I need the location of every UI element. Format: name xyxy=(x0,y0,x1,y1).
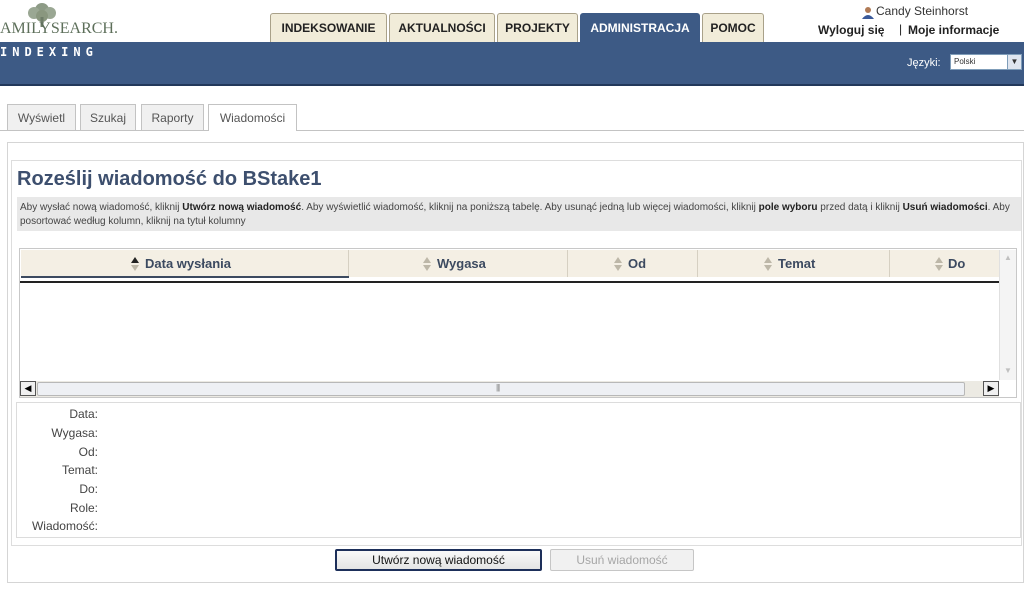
column-header-date-sent[interactable]: Data wysłania xyxy=(21,250,349,277)
logo-text: AMILYSEARCH. xyxy=(0,20,118,37)
tab-pomoc[interactable]: POMOC xyxy=(702,13,764,42)
scroll-right-icon[interactable]: ▶ xyxy=(983,381,999,396)
tab-projekty[interactable]: PROJEKTY xyxy=(497,13,578,42)
detail-label-roles: Role: xyxy=(69,501,98,515)
familysearch-logo: AMILYSEARCH. xyxy=(0,0,130,42)
column-label: Data wysłania xyxy=(145,256,231,271)
sort-icon xyxy=(423,257,431,271)
column-label: Temat xyxy=(778,256,816,271)
scroll-left-icon[interactable]: ◀ xyxy=(20,381,36,396)
detail-label-to: Do: xyxy=(79,482,98,496)
scroll-down-icon[interactable]: ▼ xyxy=(1000,364,1016,378)
column-label: Od xyxy=(628,256,647,271)
language-label: Języki: xyxy=(907,57,941,69)
detail-label-date: Data: xyxy=(69,407,98,421)
sort-icon xyxy=(614,257,622,271)
header-band xyxy=(0,42,1024,86)
sort-icon xyxy=(131,257,139,271)
create-message-button[interactable]: Utwórz nową wiadomość xyxy=(335,549,542,571)
subtab-wiadomosci[interactable]: Wiadomości xyxy=(208,104,297,131)
detail-label-message: Wiadomość: xyxy=(31,519,98,533)
language-select[interactable]: Polski ▼ xyxy=(950,54,1022,70)
column-label: Do xyxy=(948,256,966,271)
tab-administracja[interactable]: ADMINISTRACJA xyxy=(580,13,700,42)
column-label: Wygasa xyxy=(437,256,486,271)
instructions-bold: Utwórz nową wiadomość xyxy=(182,202,302,213)
instructions-part: . Aby wyświetlić wiadomość, kliknij na p… xyxy=(301,202,759,213)
column-header-from[interactable]: Od xyxy=(568,250,698,277)
chevron-down-icon[interactable]: ▼ xyxy=(1007,55,1021,69)
link-separator: | xyxy=(899,22,903,36)
page-title: Roześlij wiadomość do BStake1 xyxy=(17,168,322,190)
instructions-bold: pole wyboru xyxy=(758,202,818,213)
active-sort-underline xyxy=(21,276,349,278)
scrollbar-thumb[interactable] xyxy=(37,382,965,396)
my-info-link[interactable]: Moje informacje xyxy=(908,23,999,37)
vertical-scrollbar[interactable] xyxy=(999,250,1016,380)
instructions-text: Aby wysłać nową wiadomość, kliknij Utwór… xyxy=(17,197,1021,231)
column-header-subject[interactable]: Temat xyxy=(698,250,890,277)
language-selected-value: Polski xyxy=(954,57,976,66)
tab-aktualnosci[interactable]: AKTUALNOŚCI xyxy=(389,13,495,42)
delete-message-button[interactable]: Usuń wiadomość xyxy=(550,549,694,571)
subtab-szukaj[interactable]: Szukaj xyxy=(80,104,136,130)
sort-icon xyxy=(935,257,943,271)
scroll-up-icon[interactable]: ▲ xyxy=(1000,251,1016,265)
tab-indeksowanie[interactable]: INDEKSOWANIE xyxy=(270,13,387,42)
column-header-to[interactable]: Do xyxy=(890,250,999,277)
section-title: INDEXING xyxy=(0,45,98,59)
user-name: Candy Steinhorst xyxy=(876,4,969,18)
instructions-part: przed datą i kliknij xyxy=(817,202,903,213)
detail-label-from: Od: xyxy=(78,445,98,459)
subtab-wyswietl[interactable]: Wyświetl xyxy=(7,104,76,130)
detail-label-subject: Temat: xyxy=(61,463,98,477)
sort-icon xyxy=(764,257,772,271)
instructions-bold: Usuń wiadomości xyxy=(902,202,988,213)
column-header-expires[interactable]: Wygasa xyxy=(349,250,568,277)
table-header-rule xyxy=(20,281,999,283)
message-detail xyxy=(16,402,1021,538)
detail-label-expires: Wygasa: xyxy=(51,426,98,440)
logout-link[interactable]: Wyloguj się xyxy=(818,23,884,37)
user-icon xyxy=(862,7,874,19)
instructions-part: Aby wysłać nową wiadomość, kliknij xyxy=(20,202,183,213)
grip-icon: ||| xyxy=(496,383,500,392)
subtab-raporty[interactable]: Raporty xyxy=(141,104,204,130)
